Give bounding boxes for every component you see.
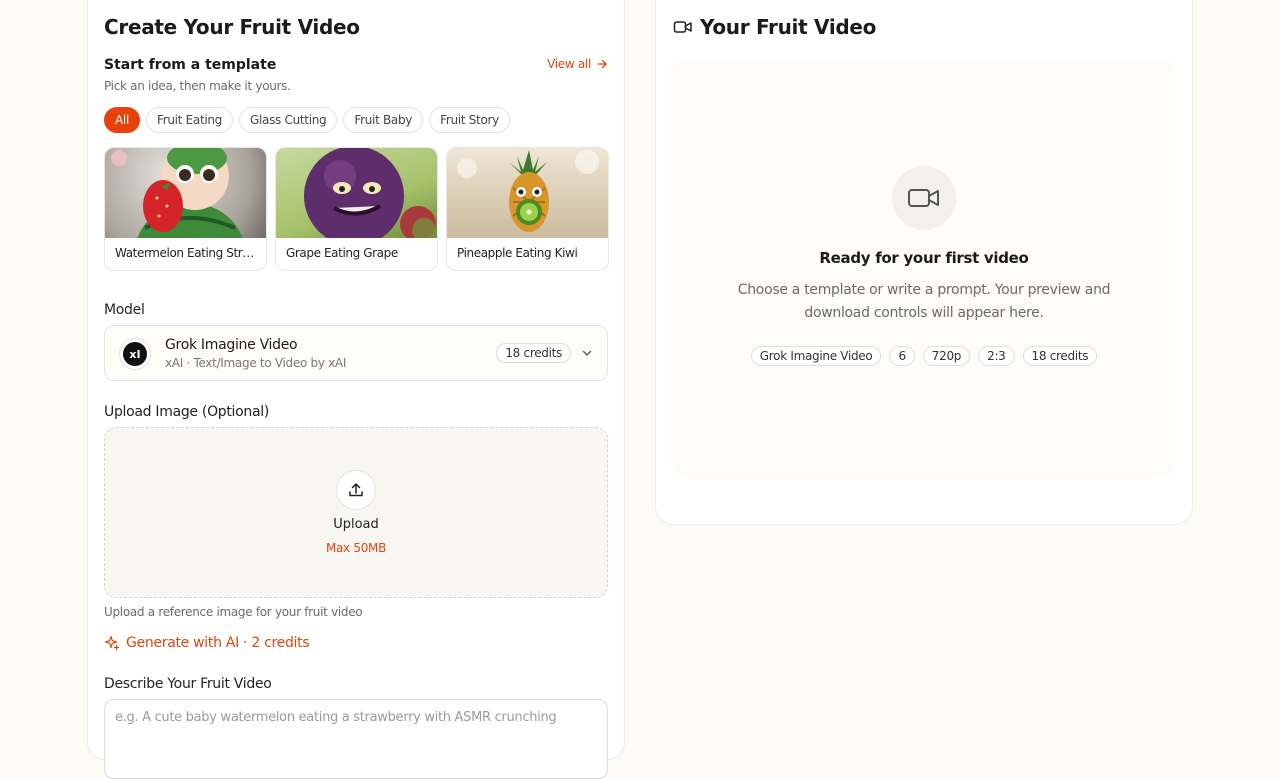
filter-chip-fruit-eating[interactable]: Fruit Eating — [145, 107, 234, 133]
empty-state-text: Choose a template or write a prompt. You… — [737, 282, 1111, 321]
settings-tags: Grok Imagine Video 6 720p 2:3 18 credits — [672, 346, 1176, 366]
generate-with-ai-button[interactable]: Generate with AI · 2 credits — [104, 635, 310, 651]
empty-state-title: Ready for your first video — [819, 249, 1029, 267]
tag-resolution: 720p — [922, 346, 971, 366]
upload-icon — [336, 470, 376, 510]
template-thumbnail-pineapple — [447, 148, 608, 238]
page-title: Create Your Fruit Video — [104, 15, 360, 39]
template-card-grape[interactable]: Grape Eating Grape — [275, 147, 438, 271]
upload-max-size: Max 50MB — [325, 541, 387, 555]
video-panel-title: Your Fruit Video — [700, 15, 877, 39]
model-description: xAI · Text/Image to Video by xAI — [165, 356, 347, 370]
upload-button-label: Upload — [333, 517, 379, 532]
tag-aspect-ratio: 2:3 — [978, 346, 1015, 366]
upload-image-label: Upload Image (Optional) — [104, 404, 270, 420]
model-name: Grok Imagine Video — [165, 337, 298, 353]
sparkle-icon — [104, 635, 120, 651]
upload-help-text: Upload a reference image for your fruit … — [104, 605, 363, 619]
template-card-label: Watermelon Eating Str… — [115, 246, 254, 260]
model-credits-badge: 18 credits — [496, 343, 571, 363]
upload-dropzone[interactable]: Upload Max 50MB — [104, 427, 608, 598]
xai-logo-mark: xI — [123, 342, 147, 366]
template-cards: Watermelon Eating Str… Grape Eating Grap… — [104, 147, 609, 271]
tag-credits: 18 credits — [1022, 346, 1098, 366]
template-thumbnail-grape — [276, 148, 437, 238]
templates-subheading: Pick an idea, then make it yours. — [104, 79, 291, 93]
template-thumbnail-watermelon — [105, 148, 266, 238]
template-card-label: Pineapple Eating Kiwi — [457, 246, 578, 260]
templates-heading: Start from a template — [104, 57, 277, 73]
tag-model: Grok Imagine Video — [750, 346, 882, 366]
arrow-right-icon — [597, 59, 607, 69]
chevron-down-icon — [582, 350, 592, 356]
describe-label: Describe Your Fruit Video — [104, 676, 272, 692]
tag-duration: 6 — [889, 346, 915, 366]
filter-chip-fruit-story[interactable]: Fruit Story — [429, 107, 510, 133]
model-select[interactable]: xI Grok Imagine Video xAI · Text/Image t… — [104, 325, 608, 381]
filter-chip-fruit-baby[interactable]: Fruit Baby — [343, 107, 424, 133]
filter-chip-glass-cutting[interactable]: Glass Cutting — [239, 107, 338, 133]
video-camera-icon — [892, 166, 956, 230]
template-card-pineapple[interactable]: Pineapple Eating Kiwi — [446, 147, 609, 271]
generate-with-ai-label: Generate with AI · 2 credits — [126, 635, 310, 651]
view-all-link[interactable]: View all — [547, 57, 608, 71]
template-card-watermelon[interactable]: Watermelon Eating Str… — [104, 147, 267, 271]
template-card-label: Grape Eating Grape — [286, 246, 398, 260]
model-label: Model — [104, 302, 145, 318]
template-filter-chips: All Fruit Eating Glass Cutting Fruit Bab… — [104, 107, 510, 133]
prompt-textarea[interactable] — [104, 699, 608, 779]
video-preview-panel: Your Fruit Video Ready for your first vi… — [655, 0, 1193, 525]
video-camera-icon — [673, 21, 692, 33]
view-all-label: View all — [547, 57, 591, 71]
xai-logo-icon: xI — [119, 338, 151, 370]
create-video-panel: Create Your Fruit Video Start from a tem… — [87, 0, 625, 779]
filter-chip-all[interactable]: All — [104, 107, 140, 133]
video-preview-area: Ready for your first video Choose a temp… — [672, 59, 1176, 477]
